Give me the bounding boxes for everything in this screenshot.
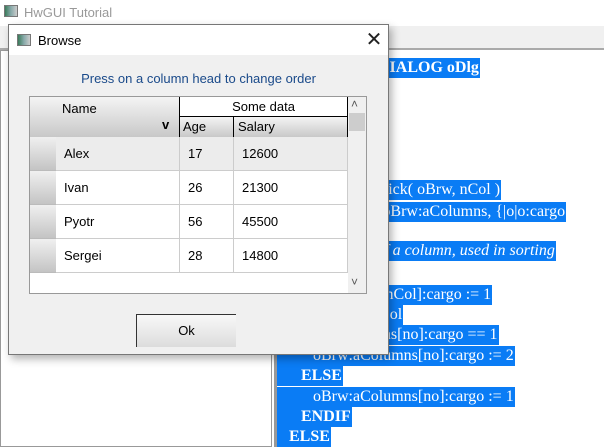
column-header-age[interactable]: Age xyxy=(180,117,234,137)
row-indicator[interactable] xyxy=(30,205,56,239)
main-window-title: HwGUI Tutorial xyxy=(24,5,113,20)
column-header-name[interactable]: Name v xyxy=(30,97,180,137)
code-line: ELSE xyxy=(277,427,331,447)
hint-label: Press on a column head to change order xyxy=(81,71,316,86)
column-header-name-label: Name xyxy=(62,101,97,116)
table-cell-age[interactable]: 56 xyxy=(180,205,234,239)
table-cell-salary[interactable]: 45500 xyxy=(234,205,348,239)
main-title-bar: HwGUI Tutorial xyxy=(0,0,604,26)
table-cell-name[interactable]: Ivan xyxy=(56,171,180,205)
scroll-down-icon[interactable]: ˅ xyxy=(351,275,358,289)
table-cell-age[interactable]: 17 xyxy=(180,137,234,171)
table-cell-name[interactable]: Pyotr xyxy=(56,205,180,239)
app-icon xyxy=(4,5,18,17)
row-indicator[interactable] xyxy=(30,171,56,205)
vertical-scrollbar[interactable]: ˄ ˅ xyxy=(348,97,366,293)
column-group-header: Some data xyxy=(180,97,348,117)
row-indicator[interactable] xyxy=(30,137,56,171)
table-cell-name[interactable]: Sergei xyxy=(56,239,180,273)
dialog-title: Browse xyxy=(38,33,82,48)
code-line: oBrw:aColumns[no]:cargo := 1 xyxy=(277,387,515,407)
table-cell-salary[interactable]: 12600 xyxy=(234,137,348,171)
close-icon[interactable]: ✕ xyxy=(361,27,387,53)
dialog-icon xyxy=(17,34,31,46)
ok-button[interactable]: Ok xyxy=(136,314,236,347)
table-cell-age[interactable]: 26 xyxy=(180,171,234,205)
table-cell-salary[interactable]: 21300 xyxy=(234,171,348,205)
scrollbar-thumb[interactable] xyxy=(349,113,365,131)
column-header-salary[interactable]: Salary xyxy=(234,117,348,137)
table-cell-salary[interactable]: 14800 xyxy=(234,239,348,273)
scroll-up-icon[interactable]: ˄ xyxy=(351,97,358,111)
sort-chevron-icon: v xyxy=(162,117,170,132)
code-line: ELSE xyxy=(277,366,343,386)
table-cell-name[interactable]: Alex xyxy=(56,137,180,171)
code-line: ENDIF xyxy=(277,407,352,427)
table-cell-age[interactable]: 28 xyxy=(180,239,234,273)
browse-dialog: Browse ✕ Press on a column head to chang… xyxy=(8,24,389,355)
row-indicator[interactable] xyxy=(30,239,56,273)
browse-grid[interactable]: Name v Some data Age Salary ˄ ˅ Alex 17 … xyxy=(29,96,367,294)
dialog-title-bar: Browse ✕ xyxy=(9,25,388,55)
code-line: DIALOG oDlg xyxy=(377,58,480,78)
